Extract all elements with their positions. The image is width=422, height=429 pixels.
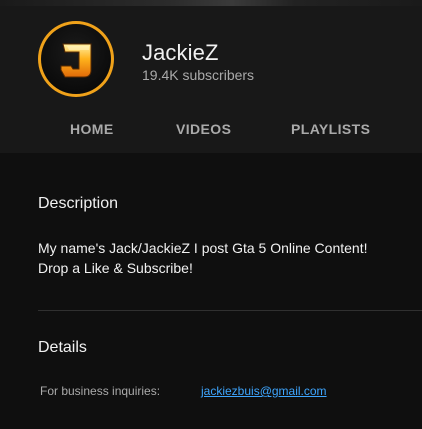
section-divider <box>38 310 422 311</box>
channel-header: JackieZ 19.4K subscribers HOME VIDEOS PL… <box>0 6 422 153</box>
subscriber-count: 19.4K subscribers <box>142 67 255 83</box>
business-inquiries-label: For business inquiries: <box>40 384 161 398</box>
description-text: My name's Jack/JackieZ I post Gta 5 Onli… <box>38 238 408 278</box>
details-heading: Details <box>38 339 87 356</box>
business-email-link[interactable]: jackiezbuis@gmail.com <box>201 384 327 398</box>
channel-tabs: HOME VIDEOS PLAYLISTS <box>0 114 422 146</box>
j-logo-icon <box>60 43 92 78</box>
about-section: Description My name's Jack/JackieZ I pos… <box>0 153 422 429</box>
tab-playlists[interactable]: PLAYLISTS <box>291 121 370 137</box>
tab-home[interactable]: HOME <box>70 121 114 137</box>
tab-videos[interactable]: VIDEOS <box>176 121 231 137</box>
description-heading: Description <box>38 195 119 212</box>
description-line: My name's Jack/JackieZ I post Gta 5 Onli… <box>38 240 368 256</box>
channel-avatar[interactable] <box>38 21 114 97</box>
avatar-logo <box>41 24 111 94</box>
channel-name: JackieZ <box>142 40 219 65</box>
description-line: Drop a Like & Subscribe! <box>38 260 193 276</box>
